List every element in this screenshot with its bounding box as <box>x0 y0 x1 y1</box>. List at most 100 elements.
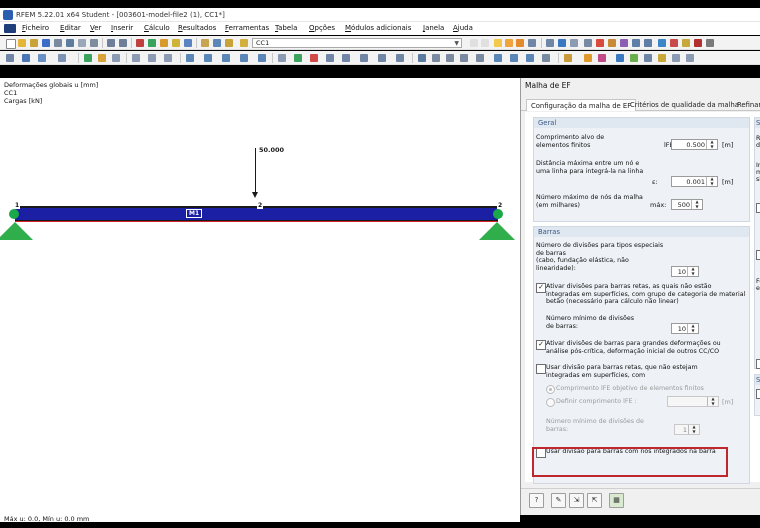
print-graphic-icon[interactable] <box>201 39 209 47</box>
menu-calculo[interactable]: Cálculo <box>144 24 170 32</box>
model-check-icon[interactable] <box>294 54 302 62</box>
mesh-icon[interactable] <box>558 39 566 47</box>
snap-icon[interactable] <box>596 39 604 47</box>
min-divisions-input[interactable]: 10 ▲ ▼ <box>671 323 699 334</box>
rotate-icon[interactable] <box>658 39 666 47</box>
menu-inserir[interactable]: Inserir <box>111 24 133 32</box>
right-col-checkbox[interactable] <box>756 203 760 213</box>
axes-icon[interactable] <box>616 54 624 62</box>
mirror-icon[interactable] <box>670 39 678 47</box>
print-preview-icon[interactable] <box>78 39 86 47</box>
window-icon[interactable] <box>213 39 221 47</box>
hinged-support-icon[interactable] <box>0 222 33 240</box>
zoom-icon[interactable] <box>644 54 652 62</box>
spin-updown-icon[interactable]: ▲ ▼ <box>687 323 698 333</box>
grid-toggle-icon[interactable] <box>672 54 680 62</box>
visibility-icon[interactable] <box>278 54 286 62</box>
redo-icon[interactable] <box>119 39 127 47</box>
internal-forces-icon[interactable] <box>516 39 524 47</box>
surface-icon[interactable] <box>112 54 120 62</box>
min-div-disabled-input[interactable]: 1 ▲ ▼ <box>674 424 700 435</box>
special-divisions-input[interactable]: 10 ▲ ▼ <box>671 266 699 277</box>
support-icon[interactable] <box>84 54 92 62</box>
project-icon[interactable] <box>526 54 534 62</box>
edit-button[interactable]: ✎ <box>551 493 566 508</box>
next-case-icon[interactable] <box>481 39 489 47</box>
system-menu-icon[interactable] <box>4 24 16 33</box>
spin-updown-icon[interactable]: ▲ ▼ <box>688 424 699 434</box>
solid-icon[interactable] <box>644 39 652 47</box>
divide-icon[interactable] <box>360 54 368 62</box>
wireframe-icon[interactable] <box>632 39 640 47</box>
spin-updown-icon[interactable]: ▲ ▼ <box>687 266 698 276</box>
extrude-icon[interactable] <box>378 54 386 62</box>
load-case-icon[interactable] <box>225 39 233 47</box>
tool-icon[interactable] <box>658 54 666 62</box>
values-icon[interactable] <box>584 54 592 62</box>
define-length-input[interactable]: ▲ ▼ <box>667 396 719 407</box>
menu-ferramentas[interactable]: Ferramentas <box>225 24 269 32</box>
deformation-icon[interactable] <box>505 39 513 47</box>
previous-case-icon[interactable] <box>470 39 478 47</box>
help-button[interactable]: ? <box>529 493 544 508</box>
use-division-checkbox[interactable] <box>536 364 546 374</box>
view-x-icon[interactable] <box>186 54 194 62</box>
node-2[interactable] <box>493 209 503 219</box>
delete-icon[interactable] <box>694 39 702 47</box>
tab-refine[interactable]: Refinar <box>733 99 760 111</box>
hinged-support-icon[interactable] <box>479 222 515 240</box>
node-icon[interactable] <box>22 54 30 62</box>
member-icon[interactable] <box>58 54 66 62</box>
view-y-icon[interactable] <box>204 54 212 62</box>
view-z-icon[interactable] <box>222 54 230 62</box>
spin-updown-icon[interactable]: ▲ ▼ <box>706 139 717 149</box>
import-button[interactable]: ⇲ <box>569 493 584 508</box>
save-all-icon[interactable] <box>54 39 62 47</box>
join-icon[interactable] <box>342 54 350 62</box>
results-icon[interactable] <box>148 39 156 47</box>
right-col-checkbox[interactable] <box>756 359 760 369</box>
node-1[interactable] <box>9 209 19 219</box>
menu-modulos[interactable]: Módulos adicionais <box>345 24 411 32</box>
activate-straight-checkbox[interactable]: ✓ <box>536 283 546 293</box>
menu-editar[interactable]: Editar <box>60 24 81 32</box>
large-deformation-checkbox[interactable]: ✓ <box>536 340 546 350</box>
results-color-icon[interactable] <box>598 54 606 62</box>
line-icon[interactable] <box>38 54 46 62</box>
cut-icon[interactable] <box>326 54 334 62</box>
menu-resultados[interactable]: Resultados <box>178 24 216 32</box>
open-folder-icon[interactable] <box>18 39 26 47</box>
open-recent-icon[interactable] <box>30 39 38 47</box>
show-values-icon[interactable] <box>172 39 180 47</box>
save-icon[interactable] <box>42 39 50 47</box>
max-distance-input[interactable]: 0.001 ▲ ▼ <box>671 176 718 187</box>
defaults-button[interactable]: ▦ <box>609 493 624 508</box>
view-icon[interactable] <box>160 39 168 47</box>
radio-define-length[interactable] <box>546 398 555 407</box>
tab-quality-criteria[interactable]: Critérios de qualidade da malha <box>626 99 743 111</box>
dimension-icon[interactable] <box>132 54 140 62</box>
print-icon[interactable] <box>66 39 74 47</box>
spin-updown-icon[interactable]: ▲ ▼ <box>691 199 702 209</box>
comment-icon[interactable] <box>148 54 156 62</box>
table-icon[interactable] <box>184 39 192 47</box>
load-case-lock-icon[interactable] <box>240 39 248 47</box>
menu-ficheiro[interactable]: Ficheiro <box>22 24 49 32</box>
mesh-refine-icon[interactable] <box>310 54 318 62</box>
guide-line-icon[interactable] <box>164 54 172 62</box>
chevron-down-icon[interactable]: ▼ <box>454 39 459 48</box>
render-icon[interactable] <box>620 39 628 47</box>
drawing-canvas[interactable]: Deformações globais u [mm] CC1 Cargas [k… <box>0 78 520 522</box>
right-col-checkbox[interactable] <box>756 250 760 260</box>
menu-tabela[interactable]: Tabela <box>275 24 297 32</box>
max-nodes-input[interactable]: 500 ▲ ▼ <box>671 199 703 210</box>
section-icon[interactable] <box>570 39 578 47</box>
calculate-icon[interactable] <box>136 39 144 47</box>
spin-updown-icon[interactable]: ▲ ▼ <box>707 396 718 406</box>
report-icon[interactable] <box>90 39 98 47</box>
right-col-checkbox[interactable] <box>756 389 760 399</box>
rotate-obj-icon[interactable] <box>396 54 404 62</box>
spin-updown-icon[interactable]: ▲ ▼ <box>706 176 717 186</box>
layers-icon[interactable] <box>460 54 468 62</box>
scale-icon[interactable] <box>510 54 518 62</box>
